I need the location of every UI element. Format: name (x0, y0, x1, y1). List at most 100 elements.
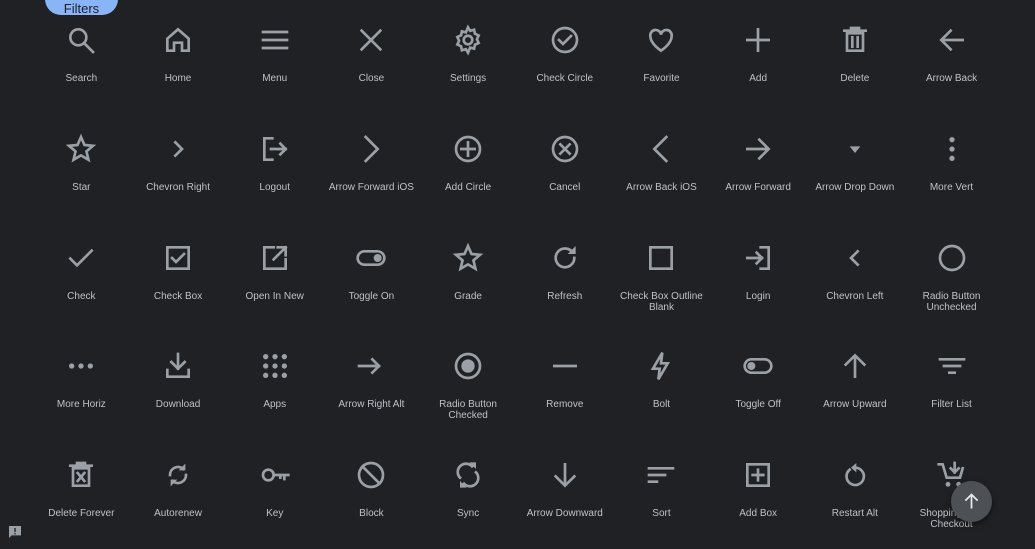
arrow-downward-icon (549, 459, 581, 491)
arrow-drop-down-icon (839, 133, 871, 165)
icon-tile-label: Arrow Right Alt (338, 399, 405, 411)
icon-tile-logout[interactable]: Logout (226, 109, 323, 218)
icon-tile-check-box-outline-blank[interactable]: Check Box Outline Blank (613, 218, 710, 327)
icon-tile-refresh[interactable]: Refresh (516, 218, 613, 327)
icon-tile-login[interactable]: Login (710, 218, 807, 327)
icon-tile-arrow-downward[interactable]: Arrow Downward (516, 435, 613, 544)
icon-tile-label: Add (749, 73, 768, 84)
icon-tile-chevron-left[interactable]: Chevron Left (807, 218, 904, 327)
icon-tile-delete[interactable]: Delete (807, 0, 904, 109)
icon-tile-label: More Vert (929, 181, 974, 193)
icon-tile-sort[interactable]: Sort (613, 435, 710, 544)
icon-tile-label: More Horiz (56, 399, 106, 411)
icon-tile-download[interactable]: Download (130, 326, 227, 435)
key-icon (259, 459, 291, 491)
icon-tile-label: Arrow Upward (823, 399, 887, 411)
icon-tile-autorenew[interactable]: Autorenew (130, 435, 227, 544)
icon-tile-settings[interactable]: Settings (420, 0, 517, 109)
icon-tile-label: Open In New (245, 290, 304, 302)
icon-tile-favorite[interactable]: Favorite (613, 0, 710, 109)
icon-tile-block[interactable]: Block (323, 435, 420, 544)
sort-icon (645, 459, 677, 491)
close-icon (355, 24, 387, 56)
arrow-right-alt-icon (355, 350, 387, 382)
icon-tile-star[interactable]: Star (33, 109, 130, 218)
icon-tile-delete-forever[interactable]: Delete Forever (33, 435, 130, 544)
icon-tile-label: Arrow Forward iOS (328, 181, 414, 193)
icon-tile-add-box[interactable]: Add Box (710, 435, 807, 544)
menu-icon (259, 24, 291, 56)
more-vert-icon (936, 133, 968, 165)
icon-tile-check-box[interactable]: Check Box (130, 218, 227, 327)
icon-tile-home[interactable]: Home (130, 0, 227, 109)
icon-tile-label: Arrow Forward (725, 181, 791, 193)
icon-tile-bolt[interactable]: Bolt (613, 326, 710, 435)
icon-tile-check-circle[interactable]: Check Circle (516, 0, 613, 109)
icon-tile-label: Radio Button Unchecked (922, 290, 981, 313)
autorenew-icon (162, 459, 194, 491)
icon-tile-label: Add Circle (445, 181, 492, 193)
icon-tile-toggle-off[interactable]: Toggle Off (710, 326, 807, 435)
icon-tile-label: Favorite (643, 73, 680, 84)
more-horiz-icon (65, 350, 97, 382)
icon-tile-label: Radio Button Checked (439, 399, 497, 422)
icon-tile-label: Arrow Drop Down (815, 181, 895, 193)
icon-tile-arrow-back-ios[interactable]: Arrow Back iOS (613, 109, 710, 218)
icon-tile-more-horiz[interactable]: More Horiz (33, 326, 130, 435)
toggle-off-icon (742, 350, 774, 382)
login-icon (742, 242, 774, 274)
icon-tile-label: Arrow Downward (526, 508, 603, 520)
icon-tile-arrow-forward[interactable]: Arrow Forward (710, 109, 807, 218)
apps-icon (259, 350, 291, 382)
icon-tile-add[interactable]: Add (710, 0, 807, 109)
icon-tile-filter-list[interactable]: Filter List (903, 326, 1000, 435)
icon-tile-open-in-new[interactable]: Open In New (226, 218, 323, 327)
icon-tile-arrow-right-alt[interactable]: Arrow Right Alt (323, 326, 420, 435)
icon-tile-check[interactable]: Check (33, 218, 130, 327)
restart-alt-icon (839, 459, 871, 491)
icon-tile-label: Download (155, 399, 201, 411)
open-in-new-icon (259, 242, 291, 274)
icon-tile-label: Search (65, 73, 98, 84)
icon-tile-radio-button-checked[interactable]: Radio Button Checked (420, 326, 517, 435)
icon-tile-grade[interactable]: Grade (420, 218, 517, 327)
icon-tile-label: Refresh (547, 290, 583, 302)
toggle-on-icon (355, 242, 387, 274)
icon-tile-search[interactable]: Search (33, 0, 130, 109)
feedback-button[interactable] (7, 524, 23, 540)
icon-tile-close[interactable]: Close (323, 0, 420, 109)
icon-tile-label: Sort (652, 508, 671, 520)
icon-tile-radio-button-unchecked[interactable]: Radio Button Unchecked (903, 218, 1000, 327)
icon-tile-label: Check Box (153, 290, 203, 302)
icon-tile-arrow-back[interactable]: Arrow Back (903, 0, 1000, 109)
icon-tile-arrow-upward[interactable]: Arrow Upward (807, 326, 904, 435)
icon-tile-apps[interactable]: Apps (226, 326, 323, 435)
add-icon (742, 24, 774, 56)
arrow-forward-icon (742, 133, 774, 165)
icon-tile-chevron-right[interactable]: Chevron Right (130, 109, 227, 218)
icon-tile-sync[interactable]: Sync (420, 435, 517, 544)
icon-tile-label: Check Circle (536, 73, 594, 84)
icon-tile-arrow-forward-ios[interactable]: Arrow Forward iOS (323, 109, 420, 218)
icon-tile-toggle-on[interactable]: Toggle On (323, 218, 420, 327)
grade-icon (452, 242, 484, 274)
icon-tile-cancel[interactable]: Cancel (516, 109, 613, 218)
icon-tile-add-circle[interactable]: Add Circle (420, 109, 517, 218)
icon-tile-label: Block (359, 508, 384, 520)
icon-tile-key[interactable]: Key (226, 435, 323, 544)
chevron-right-icon (162, 133, 194, 165)
icon-tile-label: Arrow Back iOS (626, 181, 697, 193)
star-icon (65, 133, 97, 165)
icon-tile-restart-alt[interactable]: Restart Alt (807, 435, 904, 544)
check-box-outline-blank-icon (645, 242, 677, 274)
scroll-to-top-button[interactable] (951, 481, 992, 522)
icon-tile-label: Arrow Back (925, 73, 978, 84)
icon-tile-more-vert[interactable]: More Vert (903, 109, 1000, 218)
icon-tile-menu[interactable]: Menu (226, 0, 323, 109)
icon-tile-label: Check Box Outline Blank (620, 290, 703, 313)
arrow-back-icon (936, 24, 968, 56)
icon-tile-remove[interactable]: Remove (516, 326, 613, 435)
icon-tile-label: Home (164, 73, 192, 84)
cancel-icon (549, 133, 581, 165)
icon-tile-arrow-drop-down[interactable]: Arrow Drop Down (807, 109, 904, 218)
